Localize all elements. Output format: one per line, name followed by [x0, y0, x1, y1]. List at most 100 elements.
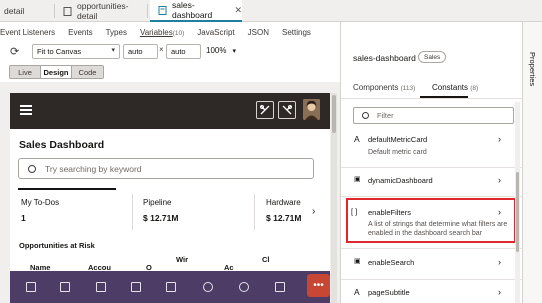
- column-header: Cl: [262, 255, 270, 264]
- handshake-icon[interactable]: [203, 282, 213, 292]
- highlight-box: [346, 198, 516, 243]
- close-icon[interactable]: ✕: [234, 5, 242, 16]
- chat-button[interactable]: •••: [307, 274, 330, 297]
- component-name: sales-dashboard: [353, 53, 416, 63]
- width-value: auto: [128, 47, 143, 56]
- metric-label: Hardware: [266, 198, 301, 207]
- chevron-right-icon[interactable]: ›: [312, 206, 315, 217]
- gear-icon[interactable]: [239, 282, 249, 292]
- page-icon: [63, 6, 72, 16]
- file-tab-bar: detail opportunities-detail sales-dashbo…: [0, 0, 542, 22]
- tab-label: Events: [68, 27, 93, 37]
- tab-constants[interactable]: Constants (8): [432, 83, 478, 92]
- mode-code-button[interactable]: Code: [72, 66, 103, 78]
- tab-components[interactable]: Components (113): [353, 83, 415, 92]
- metric-card-pipeline[interactable]: Pipeline $ 12.71M: [143, 198, 178, 223]
- section-title: Opportunities at Risk: [19, 241, 95, 250]
- height-value: auto: [171, 47, 186, 56]
- tab-label: JSON: [247, 27, 269, 37]
- tab-event-listeners[interactable]: Event Listeners: [0, 28, 55, 37]
- metric-card-hardware[interactable]: Hardware $ 12.71M: [266, 198, 306, 223]
- properties-panel: sales-dashboard Sales Components (113) C…: [341, 22, 522, 303]
- zoom-value: 100%: [206, 46, 227, 55]
- file-tab-sales-dashboard[interactable]: sales-dashboard ✕: [150, 0, 242, 22]
- zoom-select[interactable]: 100% ▾: [206, 46, 236, 55]
- device-preview[interactable]: Sales Dashboard Try searching by keyword…: [10, 93, 330, 303]
- active-card-indicator: [18, 188, 116, 190]
- column-header: Wir: [176, 255, 189, 264]
- calendar-icon[interactable]: [96, 282, 106, 292]
- file-tab-opportunities-detail[interactable]: opportunities-detail: [55, 0, 148, 22]
- chevron-right-icon: ›: [498, 257, 501, 267]
- filter-input[interactable]: Filter: [353, 107, 514, 124]
- file-tab-label: sales-dashboard: [172, 0, 213, 20]
- tab-label: Variables: [139, 27, 173, 37]
- canvas-toolbar: ⟳ Fit to Canvas ▾ auto × auto 100% ▾: [0, 42, 340, 62]
- tab-count: (10): [172, 29, 185, 37]
- constant-name: enableSearch: [368, 258, 415, 267]
- constant-name: pageSubtitle: [368, 288, 410, 297]
- search-icon: [362, 112, 369, 119]
- tab-settings[interactable]: Settings: [282, 28, 311, 37]
- constant-name: dynamicDashboard: [368, 176, 433, 185]
- tab-label: Types: [105, 27, 127, 37]
- inbox-icon[interactable]: [275, 282, 285, 292]
- tab-label: Event Listeners: [0, 27, 56, 37]
- times-symbol: ×: [159, 45, 164, 54]
- metric-label: Pipeline: [143, 198, 172, 207]
- filter-placeholder: Filter: [377, 111, 394, 120]
- constant-description: Default metric card: [368, 149, 427, 156]
- width-input[interactable]: auto: [123, 44, 158, 59]
- building-icon[interactable]: [26, 282, 36, 292]
- fit-select[interactable]: Fit to Canvas ▾: [32, 44, 120, 59]
- tools-icon[interactable]: [256, 101, 274, 119]
- editor-sub-tabs: Event Listeners Events Types Variables(1…: [0, 22, 340, 42]
- tab-types[interactable]: Types: [106, 28, 127, 37]
- chat-icon: •••: [313, 280, 324, 291]
- search-input[interactable]: Try searching by keyword: [18, 158, 314, 179]
- chevron-right-icon: ›: [498, 287, 501, 297]
- panel-scrollbar[interactable]: [515, 102, 520, 303]
- tab-variables[interactable]: Variables(10): [140, 28, 184, 37]
- metric-cards: My To-Dos 1 Pipeline $ 12.71M Hardware $…: [10, 188, 330, 233]
- constant-name: defaultMetricCard: [368, 135, 428, 144]
- contact-card-icon[interactable]: [131, 282, 141, 292]
- chevron-down-icon: ▾: [232, 47, 236, 55]
- component-badge: Sales: [418, 51, 447, 63]
- tab-events[interactable]: Events: [68, 28, 92, 37]
- height-input[interactable]: auto: [166, 44, 201, 59]
- mode-live-button[interactable]: Live: [10, 66, 41, 78]
- tab-label: Constants: [432, 83, 469, 92]
- metric-value: $ 12.71M: [143, 213, 179, 223]
- file-tab-label: opportunities-detail: [77, 1, 129, 21]
- properties-side-label[interactable]: Properties: [528, 52, 537, 86]
- tab-label: JavaScript: [197, 27, 235, 37]
- document-icon[interactable]: [60, 282, 70, 292]
- object-type-icon: ▣: [354, 258, 361, 265]
- canvas-scrollbar[interactable]: [331, 93, 337, 303]
- metric-label: My To-Dos: [21, 198, 60, 207]
- refresh-icon[interactable]: ⟳: [10, 45, 19, 58]
- wrench-icon[interactable]: [278, 101, 296, 119]
- hamburger-menu-icon[interactable]: [20, 105, 32, 115]
- file-tab-detail[interactable]: detail: [0, 0, 55, 22]
- fit-select-value: Fit to Canvas: [37, 47, 82, 56]
- app-header-bar: [10, 93, 330, 129]
- mode-switch: Live Design Code: [9, 65, 104, 79]
- people-icon[interactable]: [166, 282, 176, 292]
- tab-label: Settings: [281, 27, 311, 37]
- page-title: Sales Dashboard: [19, 139, 105, 151]
- mode-design-button[interactable]: Design: [41, 66, 72, 78]
- text-type-icon: A: [354, 134, 360, 144]
- search-placeholder: Try searching by keyword: [45, 163, 142, 174]
- metric-card-todos[interactable]: My To-Dos 1: [21, 198, 59, 223]
- tab-label: Components: [353, 83, 399, 92]
- tab-javascript[interactable]: JavaScript: [197, 28, 234, 37]
- avatar[interactable]: [303, 99, 320, 120]
- tab-count: (8): [470, 85, 479, 92]
- metric-value: 1: [21, 213, 26, 223]
- metric-value: $ 12.71M: [266, 213, 302, 223]
- text-type-icon: A: [354, 287, 360, 297]
- chevron-right-icon: ›: [498, 134, 501, 144]
- tab-json[interactable]: JSON: [248, 28, 269, 37]
